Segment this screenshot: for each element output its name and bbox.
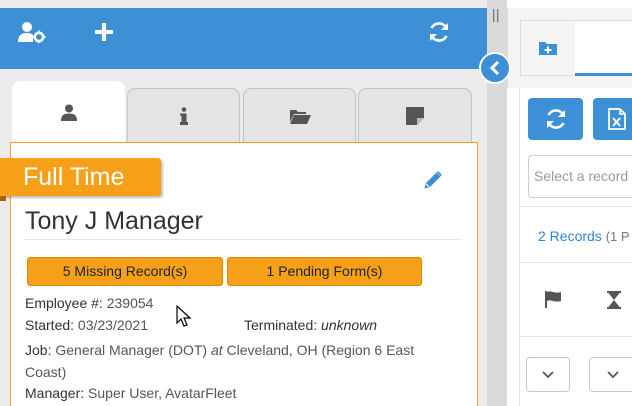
tab-notes[interactable] bbox=[358, 88, 472, 142]
manager-row: Manager: Super User, AvatarFleet bbox=[25, 384, 236, 402]
filter-dropdown[interactable] bbox=[526, 357, 570, 392]
manager-value: Super User, AvatarFleet bbox=[88, 385, 237, 401]
records-count-link[interactable]: 2 Records (1 P bbox=[538, 228, 630, 244]
pencil-icon bbox=[424, 171, 442, 189]
refresh-icon bbox=[429, 22, 449, 42]
user-icon bbox=[60, 104, 77, 121]
terminated-label: Terminated: bbox=[244, 317, 318, 333]
pending-forms-button[interactable]: 1 Pending Form(s) bbox=[227, 257, 422, 286]
divider bbox=[519, 262, 632, 263]
record-search-input[interactable]: Select a record bbox=[528, 155, 632, 198]
mouse-pointer-icon bbox=[176, 305, 192, 327]
chevron-left-icon bbox=[489, 61, 500, 75]
tab-add-folder[interactable] bbox=[520, 20, 575, 76]
records-count: 2 Records bbox=[538, 228, 602, 244]
info-icon bbox=[179, 106, 188, 125]
manager-label: Manager: bbox=[25, 385, 85, 401]
started-label: Started: bbox=[25, 317, 75, 333]
app-window: Full Time Tony J Manager 5 Missing Recor… bbox=[0, 0, 632, 406]
employee-name: Tony J Manager bbox=[25, 207, 203, 235]
tab-info[interactable] bbox=[127, 88, 240, 142]
employee-toolbar bbox=[0, 8, 487, 69]
job-title: General Manager (DOT) bbox=[55, 342, 208, 358]
employee-number-value: 239054 bbox=[106, 295, 154, 311]
employee-number-row: Employee #: 239054 bbox=[25, 294, 153, 312]
started-row: Started: 03/23/2021 bbox=[25, 316, 148, 334]
filter-dropdown[interactable] bbox=[589, 357, 632, 392]
divider bbox=[519, 206, 632, 207]
add-employee-button[interactable] bbox=[88, 18, 120, 46]
ribbon-fold bbox=[0, 196, 6, 201]
splitter-grip-icon bbox=[493, 9, 499, 22]
edit-employee-button[interactable] bbox=[421, 168, 445, 192]
export-excel-button[interactable] bbox=[593, 98, 632, 140]
chevron-down-icon bbox=[607, 370, 619, 378]
folder-plus-icon bbox=[539, 42, 557, 55]
terminated-row: Terminated: unknown bbox=[244, 316, 377, 334]
started-value: 03/23/2021 bbox=[77, 317, 148, 333]
job-label: Job: bbox=[25, 342, 52, 358]
job-row: Job: General Manager (DOT) at Cleveland,… bbox=[25, 339, 445, 383]
employment-status-ribbon: Full Time bbox=[0, 158, 161, 196]
employee-number-label: Employee #: bbox=[25, 295, 103, 311]
plus-icon bbox=[95, 23, 113, 41]
tab-records[interactable] bbox=[575, 20, 632, 76]
divider bbox=[25, 239, 462, 240]
refresh-records-button[interactable] bbox=[528, 98, 583, 140]
terminated-value: unknown bbox=[321, 317, 378, 333]
user-settings-button[interactable] bbox=[16, 18, 48, 46]
hourglass-icon[interactable] bbox=[607, 291, 621, 309]
user-cog-icon bbox=[18, 22, 46, 43]
tab-documents[interactable] bbox=[243, 88, 356, 142]
refresh-button[interactable] bbox=[423, 18, 455, 46]
records-pages: (1 P bbox=[605, 229, 630, 244]
refresh-icon bbox=[546, 109, 565, 129]
chevron-down-icon bbox=[542, 370, 554, 378]
tab-profile[interactable] bbox=[12, 81, 125, 142]
missing-records-button[interactable]: 5 Missing Record(s) bbox=[27, 257, 223, 286]
collapse-panel-button[interactable] bbox=[479, 52, 511, 84]
folder-open-icon bbox=[289, 109, 311, 124]
job-at: at bbox=[210, 342, 223, 358]
flag-icon[interactable] bbox=[544, 290, 562, 308]
file-excel-icon bbox=[608, 108, 626, 130]
sticky-note-icon bbox=[406, 106, 424, 125]
divider bbox=[519, 336, 632, 337]
